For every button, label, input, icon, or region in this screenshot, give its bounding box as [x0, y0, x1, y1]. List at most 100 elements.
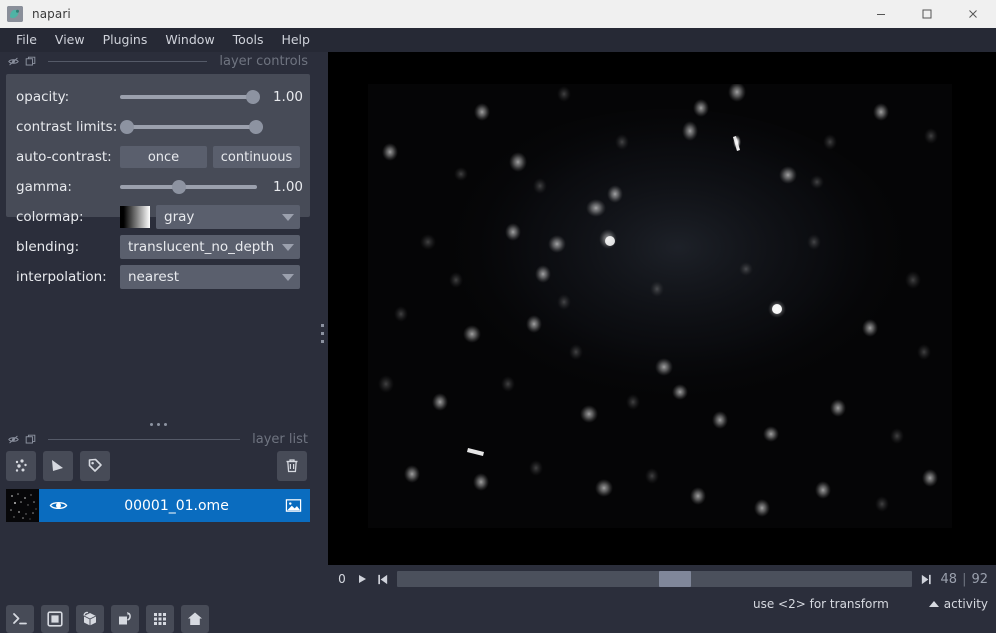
opacity-value: 1.00	[272, 89, 303, 105]
left-dock-column: layer controls opacity: 1.00 contrast li…	[0, 52, 316, 633]
contrast-limits-slider[interactable]	[120, 119, 263, 135]
contrast-limits-low-knob[interactable]	[120, 120, 134, 134]
blending-label: blending:	[16, 239, 80, 255]
ndisplay-3d-button[interactable]	[76, 605, 104, 633]
reset-view-button[interactable]	[181, 605, 209, 633]
play-icon[interactable]	[353, 570, 371, 588]
blending-value: translucent_no_depth	[128, 239, 275, 255]
gamma-value: 1.00	[272, 179, 303, 195]
dimension-current-value[interactable]: 48	[941, 572, 958, 587]
layer-name-label[interactable]: 00001_01.ome	[77, 498, 276, 514]
chevron-down-icon	[282, 243, 294, 251]
chevron-down-icon	[282, 213, 294, 221]
splitter-dot	[149, 422, 153, 426]
ndisplay-2d-button[interactable]	[41, 605, 69, 633]
dock-splitter-vertical[interactable]	[316, 52, 328, 614]
menu-plugins[interactable]: Plugins	[94, 31, 157, 50]
chevron-down-icon	[282, 273, 294, 281]
new-labels-layer-button[interactable]	[80, 451, 110, 481]
delete-layer-button[interactable]	[277, 451, 307, 481]
window-controls	[858, 0, 996, 28]
splitter-dot	[320, 339, 324, 343]
contrast-limits-row: contrast limits:	[16, 112, 303, 142]
napari-logo-icon	[7, 6, 23, 22]
new-points-layer-button[interactable]	[6, 451, 36, 481]
splitter-dot	[163, 422, 167, 426]
layer-controls-dock-header: layer controls	[0, 52, 316, 70]
activity-label: activity	[943, 596, 988, 611]
activity-button[interactable]: activity	[928, 596, 988, 611]
caret-up-icon	[928, 600, 939, 607]
new-shapes-layer-button[interactable]	[43, 451, 73, 481]
layer-controls-panel: opacity: 1.00 contrast limits: auto-cont…	[6, 74, 310, 289]
dock-header-rule	[48, 438, 241, 440]
colormap-row: colormap: gray	[16, 202, 303, 232]
dimension-separator: |	[962, 571, 967, 587]
eye-icon[interactable]	[39, 496, 77, 515]
colormap-swatch	[120, 206, 150, 228]
layer-list-toolbar	[6, 451, 310, 481]
viewer-buttons-toolbar	[6, 605, 216, 633]
main-area: layer controls opacity: 1.00 contrast li…	[0, 52, 996, 633]
window-title: napari	[32, 7, 71, 21]
status-hint-text: use <2> for transform	[753, 596, 889, 611]
float-icon[interactable]	[25, 56, 36, 67]
gamma-slider[interactable]	[120, 179, 257, 195]
menu-file[interactable]: File	[7, 31, 46, 50]
dock-splitter-horizontal[interactable]	[6, 418, 310, 430]
console-button[interactable]	[6, 605, 34, 633]
dimension-axis-label: 0	[338, 572, 346, 586]
maximize-button[interactable]	[904, 0, 950, 28]
dimension-slider[interactable]	[397, 571, 912, 587]
opacity-slider[interactable]	[120, 89, 260, 105]
contrast-limits-slider-track	[120, 125, 263, 129]
gamma-slider-track	[120, 185, 257, 189]
step-right-icon[interactable]	[918, 570, 936, 588]
layer-list-dock-header: layer list	[0, 430, 316, 448]
minimize-button[interactable]	[858, 0, 904, 28]
microscopy-image[interactable]	[368, 84, 952, 528]
dimension-slider-thumb[interactable]	[659, 571, 692, 587]
opacity-row: opacity: 1.00	[16, 82, 303, 112]
colormap-combobox[interactable]: gray	[156, 205, 300, 229]
gamma-row: gamma: 1.00	[16, 172, 303, 202]
colormap-value: gray	[164, 209, 195, 225]
opacity-slider-track	[120, 95, 257, 99]
hide-icon[interactable]	[8, 56, 19, 67]
interpolation-combobox[interactable]: nearest	[120, 265, 300, 289]
menu-tools[interactable]: Tools	[224, 31, 273, 50]
layer-list: 00001_01.ome	[6, 489, 310, 589]
menu-bar: File View Plugins Window Tools Help	[0, 28, 996, 52]
interpolation-row: interpolation: nearest	[16, 262, 303, 292]
roll-dimensions-button[interactable]	[111, 605, 139, 633]
dimension-max-value: 92	[971, 571, 988, 587]
gamma-label: gamma:	[16, 179, 72, 195]
layer-controls-title: layer controls	[219, 53, 308, 69]
menu-view[interactable]: View	[46, 31, 94, 50]
auto-contrast-row: auto-contrast: once continuous	[16, 142, 303, 172]
dock-header-rule	[48, 60, 208, 62]
menu-window[interactable]: Window	[156, 31, 223, 50]
dimension-slider-row: 0 48 | 92	[328, 565, 996, 593]
transpose-dimensions-button[interactable]	[146, 605, 174, 633]
splitter-dot	[320, 331, 324, 335]
status-bar: use <2> for transform activity	[328, 593, 996, 614]
splitter-dot	[156, 422, 160, 426]
colormap-label: colormap:	[16, 209, 84, 225]
float-icon[interactable]	[25, 434, 36, 445]
step-left-icon[interactable]	[373, 570, 391, 588]
gamma-slider-knob[interactable]	[171, 180, 186, 194]
hide-icon[interactable]	[8, 434, 19, 445]
blending-combobox[interactable]: translucent_no_depth	[120, 235, 300, 259]
auto-contrast-once-button[interactable]: once	[120, 146, 207, 168]
blending-row: blending: translucent_no_depth	[16, 232, 303, 262]
contrast-limits-label: contrast limits:	[16, 119, 118, 135]
close-button[interactable]	[950, 0, 996, 28]
auto-contrast-label: auto-contrast:	[16, 149, 112, 165]
layer-list-item[interactable]: 00001_01.ome	[6, 489, 310, 522]
image-canvas[interactable]	[328, 52, 996, 565]
contrast-limits-high-knob[interactable]	[249, 120, 263, 134]
opacity-slider-knob[interactable]	[245, 90, 260, 104]
menu-help[interactable]: Help	[272, 31, 319, 50]
auto-contrast-continuous-button[interactable]: continuous	[213, 146, 300, 168]
